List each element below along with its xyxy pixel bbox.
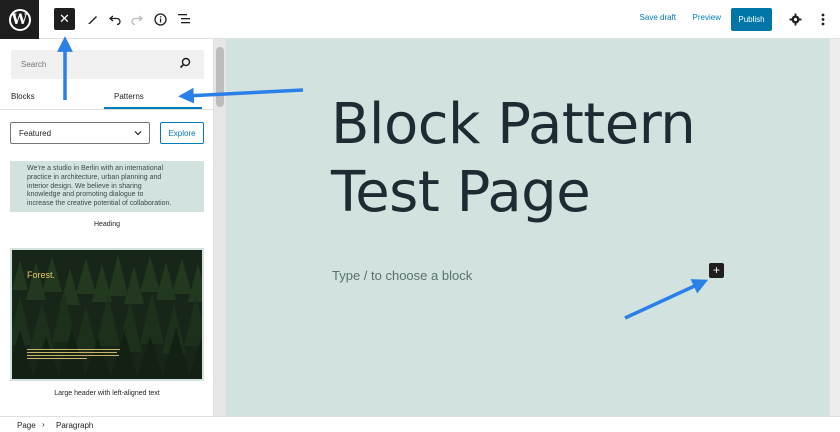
search-icon (179, 57, 191, 69)
sidebar-scrollbar[interactable] (214, 39, 226, 416)
top-toolbar: W ✕ Save draft Preview Publish (0, 0, 840, 39)
list-view-button[interactable] (173, 8, 195, 30)
info-icon (153, 12, 167, 26)
pattern-preview-line: increase the creative potential of colla… (27, 200, 172, 208)
pattern-preview-line: knowledge and promoting dialogue to (27, 191, 144, 199)
pattern-caption: Large header with left-aligned text (54, 390, 160, 397)
sidebar-scroll-thumb[interactable] (216, 47, 224, 107)
details-button[interactable] (149, 8, 171, 30)
pattern-preview-title: Forest. (27, 270, 56, 280)
more-vertical-icon (821, 13, 825, 25)
block-placeholder[interactable]: Type / to choose a block (332, 268, 472, 283)
pattern-preview-body-lines (27, 349, 120, 359)
pattern-preview-line: interior design. We believe in sharing (27, 182, 142, 190)
pattern-preview-line: We’re a studio in Berlin with an interna… (27, 165, 164, 172)
redo-button[interactable] (126, 8, 148, 30)
pencil-icon (88, 16, 97, 24)
search-input[interactable]: Search (11, 50, 204, 79)
undo-icon (109, 15, 121, 25)
wordpress-logo-icon[interactable]: W (0, 0, 39, 39)
plus-icon: + (712, 263, 720, 277)
explore-button[interactable]: Explore (160, 122, 204, 144)
editor-app: W ✕ Save draft Preview Publish Search Bl… (0, 0, 840, 432)
breadcrumb: Page › Paragraph (0, 416, 840, 432)
search-placeholder: Search (21, 60, 47, 69)
breadcrumb-item-page[interactable]: Page (17, 421, 36, 430)
preview-button[interactable]: Preview (693, 13, 721, 22)
publish-button[interactable]: Publish (731, 8, 772, 31)
tabs-divider (0, 109, 213, 110)
list-view-icon (177, 14, 190, 24)
page-title-line: Test Page (331, 160, 591, 225)
tab-blocks[interactable]: Blocks (11, 92, 35, 101)
editor-canvas[interactable]: Block Pattern Test Page Type / to choose… (226, 39, 830, 416)
save-draft-button[interactable]: Save draft (640, 13, 676, 22)
close-inserter-button[interactable]: ✕ (54, 8, 75, 30)
pattern-preview-line: practice in architecture, urban planning… (27, 173, 162, 181)
tab-patterns[interactable]: Patterns (114, 92, 144, 101)
block-inserter-button[interactable]: + (709, 263, 724, 278)
page-title[interactable]: Block Pattern Test Page (331, 91, 696, 227)
settings-button[interactable] (784, 8, 806, 30)
pattern-preview-large-header[interactable]: Forest. (10, 248, 204, 381)
pattern-category-value: Featured (19, 129, 52, 138)
forest-image: Forest. (12, 250, 202, 379)
pattern-preview-heading[interactable]: We’re a studio in Berlin with an interna… (10, 161, 204, 212)
block-inserter-panel: Search Blocks Patterns Featured Explore … (0, 39, 214, 416)
gear-icon (789, 13, 801, 25)
tools-button[interactable] (82, 8, 104, 30)
chevron-right-icon: › (42, 420, 45, 429)
breadcrumb-item-paragraph[interactable]: Paragraph (56, 421, 93, 430)
chevron-down-icon (134, 131, 142, 136)
pattern-caption: Heading (93, 221, 121, 228)
canvas-scrollbar[interactable] (830, 39, 840, 416)
page-title-line: Block Pattern (331, 92, 696, 157)
undo-button[interactable] (104, 8, 126, 30)
pattern-category-select[interactable]: Featured (10, 122, 150, 144)
close-icon: ✕ (59, 11, 70, 26)
redo-icon (131, 15, 143, 25)
options-button[interactable] (812, 8, 834, 30)
